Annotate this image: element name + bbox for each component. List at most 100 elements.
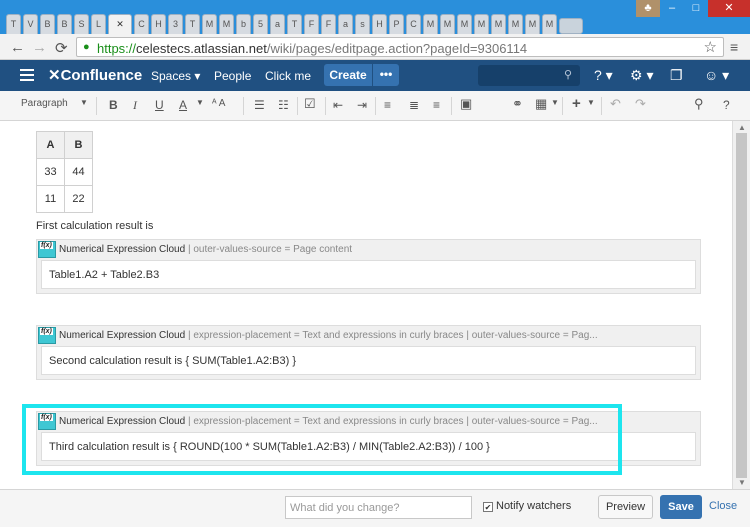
page-layout-icon[interactable]: ▣: [460, 96, 472, 112]
first-calculation-label[interactable]: First calculation result is: [36, 220, 153, 232]
macro-body[interactable]: Table1.A2 + Table2.B3: [41, 260, 696, 289]
table-cell[interactable]: 22: [64, 185, 93, 213]
close-window-icon[interactable]: ✕: [708, 0, 750, 17]
macro-body[interactable]: Second calculation result is { SUM(Table…: [41, 346, 696, 375]
browser-tab[interactable]: T: [287, 14, 302, 34]
browser-tab[interactable]: F: [321, 14, 336, 34]
browser-tab[interactable]: 3: [168, 14, 183, 34]
table-cell[interactable]: 11: [36, 185, 65, 213]
maximize-icon[interactable]: □: [684, 0, 708, 17]
new-tab-button[interactable]: [559, 18, 583, 34]
help-icon[interactable]: ? ▾: [594, 67, 613, 84]
user-avatar-icon[interactable]: ☺ ▾: [704, 67, 729, 84]
bookmark-star-icon[interactable]: ☆: [704, 38, 717, 56]
browser-tab[interactable]: M: [202, 14, 217, 34]
keyboard-help-icon[interactable]: ?: [723, 98, 730, 112]
browser-tab[interactable]: T: [185, 14, 200, 34]
browser-user-icon[interactable]: ♣: [636, 0, 660, 17]
notify-watchers-checkbox[interactable]: ✔ Notify watchers: [483, 500, 571, 512]
undo-icon[interactable]: ↶: [610, 96, 621, 112]
insert-more-icon[interactable]: +: [572, 95, 581, 112]
url-field[interactable]: ● https://celestecs.atlassian.net/wiki/p…: [76, 37, 724, 57]
align-right-icon[interactable]: ≡: [433, 98, 440, 112]
macro-block-2[interactable]: Numerical Expression Cloud | expression-…: [36, 325, 701, 380]
browser-tab[interactable]: T: [6, 14, 21, 34]
outdent-icon[interactable]: ⇤: [333, 98, 343, 112]
browser-tab[interactable]: B: [40, 14, 55, 34]
paragraph-style-dropdown[interactable]: Paragraph: [21, 98, 68, 109]
browser-tab[interactable]: H: [151, 14, 166, 34]
browser-tab-active[interactable]: ✕: [108, 14, 132, 34]
browser-tab[interactable]: C: [134, 14, 149, 34]
browser-tab[interactable]: M: [474, 14, 489, 34]
macro-header[interactable]: Numerical Expression Cloud | expression-…: [37, 326, 700, 346]
text-format-button[interactable]: ᴬ A: [212, 98, 225, 109]
scrollbar-thumb[interactable]: [736, 133, 747, 478]
browser-tab[interactable]: s: [355, 14, 370, 34]
spaces-menu[interactable]: Spaces ▾: [151, 69, 200, 83]
scroll-up-icon[interactable]: ▲: [738, 123, 746, 132]
table-header-cell[interactable]: A: [36, 131, 65, 159]
table-cell[interactable]: 33: [36, 158, 65, 186]
table-header-cell[interactable]: B: [64, 131, 93, 159]
reload-icon[interactable]: ⟳: [55, 39, 68, 57]
find-replace-icon[interactable]: ⚲: [694, 96, 704, 112]
browser-tab[interactable]: M: [457, 14, 472, 34]
bullet-list-icon[interactable]: ☰: [254, 98, 265, 112]
click-me-link[interactable]: Click me: [265, 69, 311, 83]
create-more-button[interactable]: •••: [373, 64, 399, 86]
bold-button[interactable]: B: [109, 98, 118, 112]
people-link[interactable]: People: [214, 69, 251, 83]
header-search-input[interactable]: ⚲: [478, 65, 580, 86]
confluence-logo[interactable]: ✕Confluence: [48, 66, 142, 84]
macro-block-1[interactable]: Numerical Expression Cloud | outer-value…: [36, 239, 701, 294]
minimize-icon[interactable]: –: [660, 0, 684, 17]
browser-tab[interactable]: b: [236, 14, 251, 34]
app-switcher-icon[interactable]: [20, 69, 34, 81]
content-scrollbar[interactable]: ▲ ▼: [732, 121, 750, 489]
browser-tab[interactable]: M: [423, 14, 438, 34]
browser-tab[interactable]: M: [491, 14, 506, 34]
browser-tab[interactable]: M: [219, 14, 234, 34]
browser-tab[interactable]: M: [525, 14, 540, 34]
editor-content[interactable]: A B 33 44 11 22 First calculation result…: [0, 121, 732, 489]
browser-tab[interactable]: C: [406, 14, 421, 34]
table-cell[interactable]: 44: [64, 158, 93, 186]
browser-tab[interactable]: V: [23, 14, 38, 34]
checkbox-icon[interactable]: ✔: [483, 502, 493, 512]
forward-icon[interactable]: →: [32, 39, 47, 56]
underline-button[interactable]: U: [155, 98, 164, 112]
browser-tab[interactable]: L: [91, 14, 106, 34]
indent-icon[interactable]: ⇥: [357, 98, 367, 112]
redo-icon[interactable]: ↷: [635, 96, 646, 112]
browser-tab[interactable]: a: [270, 14, 285, 34]
align-center-icon[interactable]: ≣: [409, 98, 419, 112]
browser-menu-icon[interactable]: ≡: [730, 39, 738, 55]
save-button[interactable]: Save: [660, 495, 702, 519]
notifications-icon[interactable]: ❐: [670, 67, 683, 84]
numbered-list-icon[interactable]: ☷: [278, 98, 289, 112]
browser-tab[interactable]: M: [508, 14, 523, 34]
task-list-icon[interactable]: ☑: [304, 96, 316, 112]
close-link[interactable]: Close: [709, 500, 737, 512]
browser-tab[interactable]: F: [304, 14, 319, 34]
create-button[interactable]: Create: [324, 64, 372, 86]
browser-tab[interactable]: H: [372, 14, 387, 34]
scroll-down-icon[interactable]: ▼: [738, 478, 746, 487]
change-comment-input[interactable]: [285, 496, 472, 519]
browser-tab[interactable]: 5: [253, 14, 268, 34]
preview-button[interactable]: Preview: [598, 495, 653, 519]
browser-tab[interactable]: B: [57, 14, 72, 34]
insert-table-icon[interactable]: ▦: [535, 96, 547, 112]
align-left-icon[interactable]: ≡: [384, 98, 391, 112]
text-color-button[interactable]: A: [179, 98, 187, 112]
browser-tab[interactable]: S: [74, 14, 89, 34]
italic-button[interactable]: I: [133, 98, 137, 113]
settings-gear-icon[interactable]: ⚙ ▾: [630, 67, 653, 84]
back-icon[interactable]: ←: [10, 39, 25, 56]
browser-tab[interactable]: P: [389, 14, 404, 34]
browser-tab[interactable]: a: [338, 14, 353, 34]
browser-tab[interactable]: M: [440, 14, 455, 34]
browser-tab[interactable]: M: [542, 14, 557, 34]
insert-link-icon[interactable]: ⚭: [512, 96, 523, 112]
